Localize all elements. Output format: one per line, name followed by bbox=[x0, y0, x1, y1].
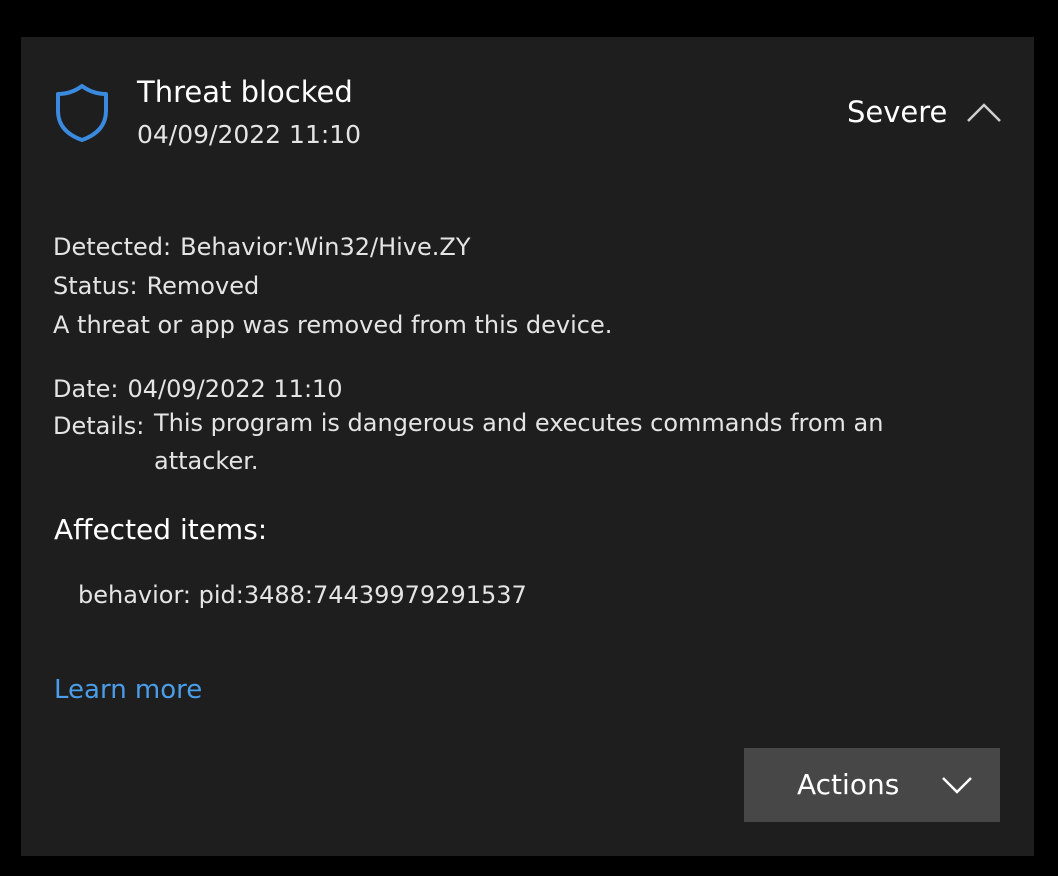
detected-value: Behavior:Win32/Hive.ZY bbox=[180, 233, 471, 261]
actions-button-label: Actions bbox=[797, 768, 900, 801]
shield-icon bbox=[56, 84, 108, 142]
status-label: Status: bbox=[53, 272, 138, 300]
status-row: Status: Removed bbox=[53, 272, 259, 300]
date-label: Date: bbox=[53, 375, 119, 403]
threat-notification-panel: Threat blocked 04/09/2022 11:10 Severe D… bbox=[21, 37, 1034, 856]
details-value: This program is dangerous and executes c… bbox=[154, 409, 884, 475]
affected-items-heading: Affected items: bbox=[54, 513, 268, 546]
status-message: A threat or app was removed from this de… bbox=[53, 311, 613, 339]
detected-row: Detected: Behavior:Win32/Hive.ZY bbox=[53, 233, 470, 261]
chevron-down-icon bbox=[942, 777, 972, 794]
severity-label: Severe bbox=[847, 95, 948, 129]
actions-button[interactable]: Actions bbox=[744, 748, 1000, 822]
collapse-button[interactable] bbox=[962, 95, 1006, 131]
chevron-up-icon bbox=[967, 103, 1001, 122]
learn-more-link[interactable]: Learn more bbox=[54, 675, 202, 705]
affected-item: behavior: pid:3488:74439979291537 bbox=[78, 581, 527, 609]
details-label: Details: bbox=[53, 412, 145, 440]
details-row: Details: This program is dangerous and e… bbox=[53, 409, 954, 480]
notification-timestamp: 04/09/2022 11:10 bbox=[137, 120, 362, 149]
notification-title: Threat blocked bbox=[137, 75, 353, 109]
date-value: 04/09/2022 11:10 bbox=[127, 375, 343, 403]
detected-label: Detected: bbox=[53, 233, 172, 261]
date-row: Date: 04/09/2022 11:10 bbox=[53, 375, 343, 403]
status-value: Removed bbox=[146, 272, 260, 300]
